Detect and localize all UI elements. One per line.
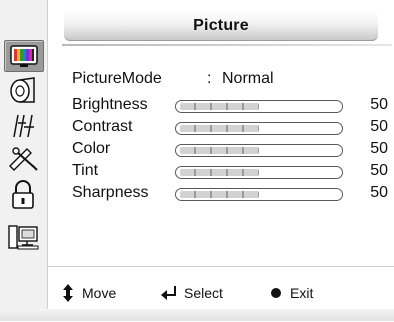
sharpness-slider[interactable] bbox=[175, 188, 343, 201]
osd-menu-window: Picture PictureMode : Normal Brightness … bbox=[0, 0, 394, 322]
picture-mode-colon: : bbox=[207, 70, 212, 87]
select-hint[interactable]: Select bbox=[160, 282, 223, 304]
page-title: Picture bbox=[193, 17, 249, 34]
picture-mode-label: PictureMode bbox=[72, 70, 162, 87]
tint-slider[interactable] bbox=[175, 166, 343, 179]
color-label: Color bbox=[72, 140, 111, 157]
picture-mode-value: Normal bbox=[222, 70, 274, 87]
sound-menu-icon bbox=[10, 77, 35, 103]
enter-arrow-icon bbox=[161, 286, 176, 300]
brightness-row[interactable]: Brightness 50 bbox=[72, 96, 394, 116]
picture-menu-icon bbox=[10, 45, 38, 67]
title-bar: Picture bbox=[64, 10, 378, 41]
contrast-label: Contrast bbox=[72, 118, 133, 135]
sharpness-value: 50 bbox=[370, 184, 388, 201]
sharpness-row[interactable]: Sharpness 50 bbox=[72, 184, 394, 204]
bottom-band bbox=[0, 309, 394, 321]
exit-label: Exit bbox=[290, 285, 314, 301]
color-slider[interactable] bbox=[175, 144, 343, 157]
setup-menu-icon bbox=[9, 147, 38, 171]
color-row[interactable]: Color 50 bbox=[72, 140, 394, 160]
menu-header: Picture bbox=[48, 0, 394, 55]
tint-label: Tint bbox=[72, 162, 99, 179]
brightness-slider-fill bbox=[180, 103, 259, 110]
channel-menu-tab[interactable] bbox=[6, 110, 40, 140]
tint-slider-fill bbox=[180, 169, 259, 176]
menu-sidebar bbox=[0, 0, 48, 321]
lock-menu-icon bbox=[12, 180, 34, 209]
title-divider bbox=[62, 44, 392, 46]
channel-menu-icon bbox=[13, 114, 34, 138]
sound-menu-tab[interactable] bbox=[6, 75, 40, 105]
contrast-row[interactable]: Contrast 50 bbox=[72, 118, 394, 138]
sharpness-slider-fill bbox=[180, 191, 259, 198]
move-hint[interactable]: Move bbox=[60, 282, 116, 304]
contrast-value: 50 bbox=[370, 118, 388, 135]
move-label: Move bbox=[82, 285, 117, 301]
sharpness-label: Sharpness bbox=[72, 184, 149, 201]
picture-menu-tab[interactable] bbox=[4, 40, 44, 72]
contrast-slider[interactable] bbox=[175, 122, 343, 135]
pc-menu-icon bbox=[8, 225, 39, 250]
contrast-slider-fill bbox=[180, 125, 259, 132]
setup-menu-tab[interactable] bbox=[6, 145, 40, 175]
exit-dot-icon bbox=[271, 288, 281, 298]
pc-menu-tab[interactable] bbox=[6, 222, 40, 252]
brightness-value: 50 bbox=[370, 96, 388, 113]
exit-hint[interactable]: Exit bbox=[268, 282, 313, 304]
color-slider-fill bbox=[180, 147, 259, 154]
up-down-arrow-icon bbox=[63, 284, 73, 302]
picture-mode-row[interactable]: PictureMode : Normal bbox=[72, 70, 372, 92]
tint-value: 50 bbox=[370, 162, 388, 179]
brightness-slider[interactable] bbox=[175, 100, 343, 113]
tint-row[interactable]: Tint 50 bbox=[72, 162, 394, 182]
picture-settings-panel: PictureMode : Normal Brightness 50 Contr… bbox=[48, 55, 394, 265]
brightness-label: Brightness bbox=[72, 96, 148, 113]
color-value: 50 bbox=[370, 140, 388, 157]
lock-menu-tab[interactable] bbox=[6, 180, 40, 210]
select-label: Select bbox=[184, 285, 223, 301]
